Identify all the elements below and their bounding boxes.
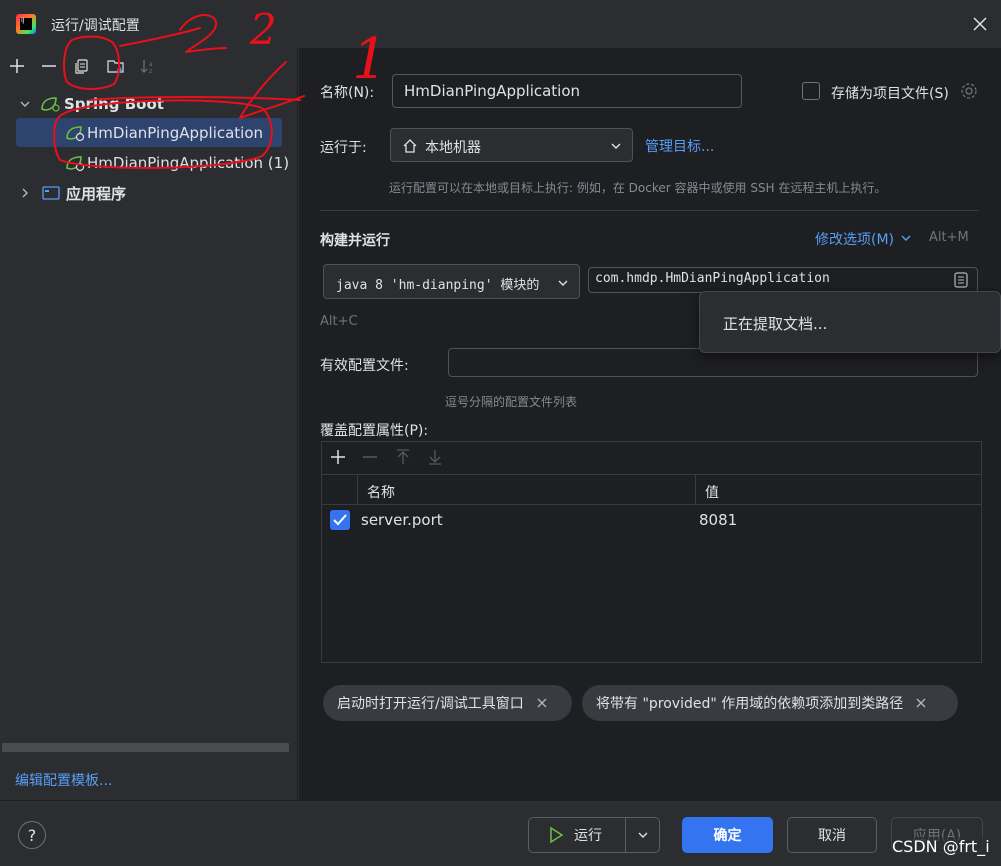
annotation-two-curve <box>179 14 227 53</box>
annotation-line <box>119 27 201 47</box>
red-annotation-overlay: 1 2 <box>53 5 388 169</box>
annotation-circle-item <box>53 99 273 169</box>
annotation-mark-2: 2 <box>249 5 277 54</box>
annotation-arrow <box>239 61 305 119</box>
annotation-underline <box>89 96 301 101</box>
annotation-mark-1: 1 <box>352 27 388 92</box>
annotation-circle-copy <box>63 35 120 90</box>
